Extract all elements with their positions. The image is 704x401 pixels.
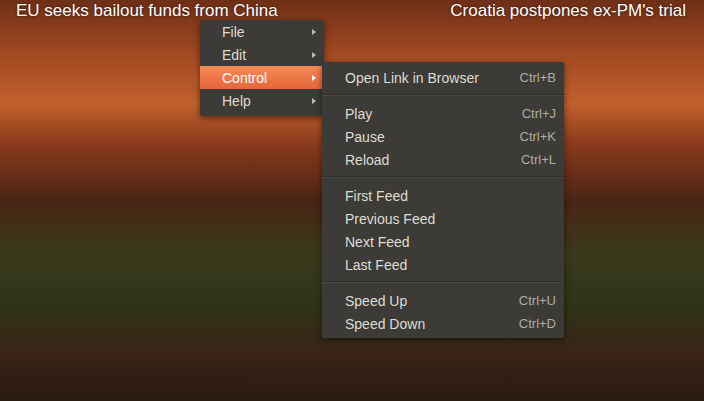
news-ticker: EU seeks bailout funds from ChinaCroatia… [0, 0, 704, 23]
submenu-item[interactable]: PauseCtrl+K [322, 125, 564, 148]
menu-item[interactable]: File [200, 20, 324, 43]
submenu-item[interactable]: Next Feed [322, 230, 564, 253]
submenu-item[interactable]: Speed UpCtrl+U [322, 289, 564, 312]
menu-separator [322, 176, 564, 178]
shortcut: Ctrl+L [521, 152, 556, 167]
desktop: EU seeks bailout funds from ChinaCroatia… [0, 0, 704, 401]
context-menu: FileEditControlHelp [200, 20, 324, 116]
headline[interactable]: Croatia postpones ex-PM's trial [450, 1, 686, 23]
menu-item[interactable]: Control [200, 66, 324, 89]
submenu-arrow-icon [312, 29, 316, 35]
menu-item[interactable]: Edit [200, 43, 324, 66]
submenu-arrow-icon [312, 98, 316, 104]
shortcut: Ctrl+U [519, 293, 556, 308]
shortcut: Ctrl+B [520, 70, 556, 85]
menu-item[interactable]: Help [200, 89, 324, 112]
submenu-item[interactable]: ReloadCtrl+L [322, 148, 564, 171]
menu-separator [322, 281, 564, 283]
submenu-arrow-icon [312, 75, 316, 81]
submenu-item[interactable]: Last Feed [322, 253, 564, 276]
submenu-arrow-icon [312, 52, 316, 58]
shortcut: Ctrl+K [520, 129, 556, 144]
submenu-item[interactable]: Open Link in BrowserCtrl+B [322, 66, 564, 89]
shortcut: Ctrl+J [522, 106, 556, 121]
submenu-item[interactable]: First Feed [322, 184, 564, 207]
menu-separator [322, 94, 564, 96]
shortcut: Ctrl+D [519, 316, 556, 331]
submenu-item[interactable]: Speed DownCtrl+D [322, 312, 564, 335]
submenu-item[interactable]: PlayCtrl+J [322, 102, 564, 125]
control-submenu: Open Link in BrowserCtrl+B PlayCtrl+JPaus… [322, 62, 564, 338]
submenu-item[interactable]: Previous Feed [322, 207, 564, 230]
